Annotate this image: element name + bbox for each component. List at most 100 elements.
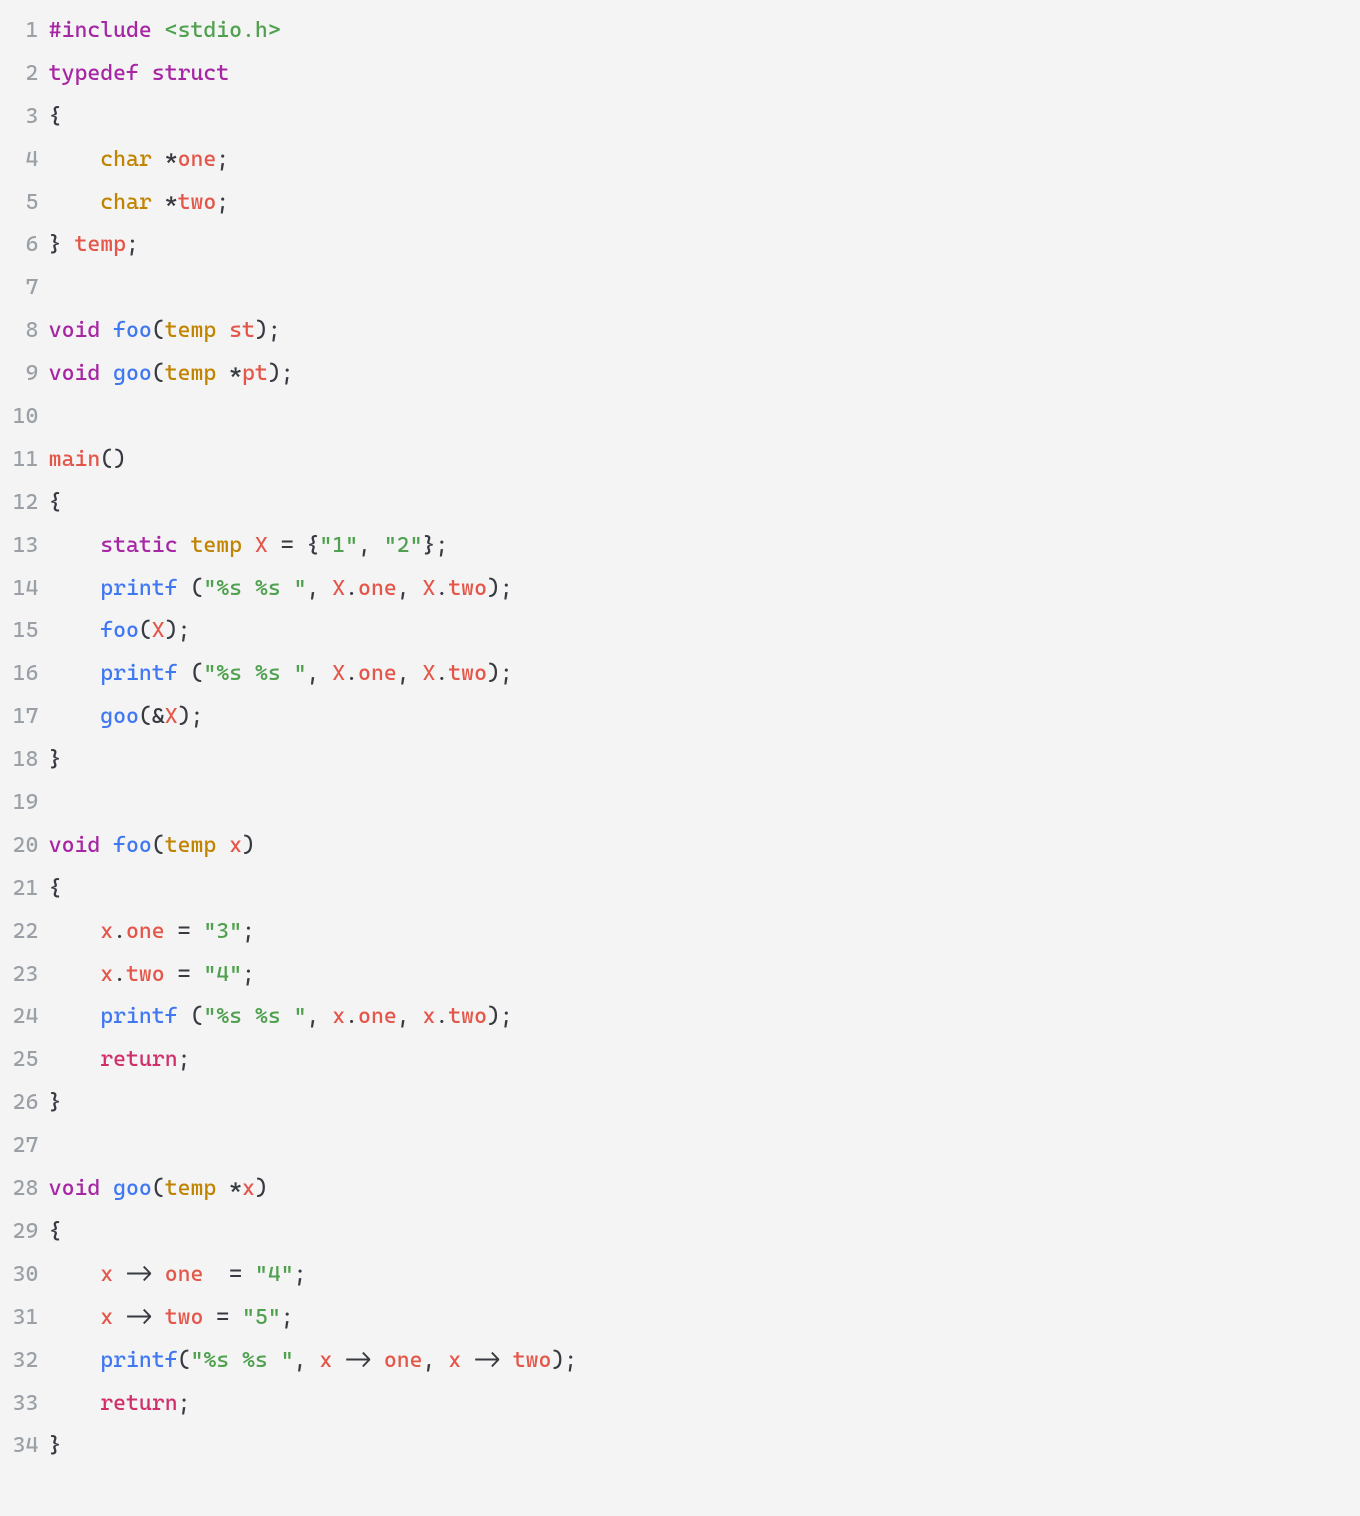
token: void — [49, 361, 101, 386]
token — [49, 618, 101, 643]
token: main — [49, 447, 101, 472]
line-content: foo(X); — [49, 610, 191, 653]
line-number: 26 — [10, 1082, 38, 1125]
code-line: 19 — [10, 782, 1350, 825]
code-line: 17 goo(&X); — [10, 696, 1350, 739]
line-content: x.one = "3"; — [49, 911, 255, 954]
token: ( — [139, 618, 152, 643]
code-line: 26} — [10, 1082, 1350, 1125]
line-number: 2 — [10, 53, 38, 96]
line-content: void foo(temp st); — [49, 310, 281, 353]
line-content: } — [49, 1082, 62, 1125]
token — [49, 1391, 101, 1416]
token: , — [306, 661, 332, 686]
line-content: return; — [49, 1383, 191, 1426]
line-number: 6 — [10, 224, 38, 267]
token: X — [423, 576, 436, 601]
token — [49, 661, 101, 686]
token: two — [178, 190, 217, 215]
code-line: 5 char *two; — [10, 182, 1350, 225]
token: x — [100, 962, 113, 987]
line-number: 29 — [10, 1211, 38, 1254]
token: ; — [216, 147, 229, 172]
line-number: 18 — [10, 739, 38, 782]
token: ); — [487, 661, 513, 686]
token: two — [448, 661, 487, 686]
code-line: 20void foo(temp x) — [10, 825, 1350, 868]
code-line: 11main() — [10, 439, 1350, 482]
token: one — [126, 919, 165, 944]
line-content — [49, 267, 62, 310]
token: ( — [152, 361, 165, 386]
token: () — [100, 447, 126, 472]
token: -> — [332, 1348, 384, 1373]
code-block: 1#include <stdio.h>2typedef struct3{4 ch… — [10, 10, 1350, 1468]
token: two — [165, 1305, 204, 1330]
token: ; — [216, 190, 229, 215]
line-number: 1 — [10, 10, 38, 53]
line-content — [49, 782, 62, 825]
code-line: 8void foo(temp st); — [10, 310, 1350, 353]
line-number: 12 — [10, 482, 38, 525]
token: { — [49, 104, 62, 129]
token — [178, 533, 191, 558]
line-content: } — [49, 1425, 62, 1468]
token: one — [384, 1348, 423, 1373]
line-number: 23 — [10, 954, 38, 997]
line-content: return; — [49, 1039, 191, 1082]
token — [139, 61, 152, 86]
line-content: x -> two = "5"; — [49, 1297, 294, 1340]
code-line: 24 printf ("%s %s ", x.one, x.two); — [10, 996, 1350, 1039]
token: ) — [242, 833, 255, 858]
token: { — [49, 1219, 62, 1244]
code-line: 32 printf("%s %s ", x -> one, x -> two); — [10, 1340, 1350, 1383]
code-line: 7 — [10, 267, 1350, 310]
line-number: 10 — [10, 396, 38, 439]
line-number: 32 — [10, 1340, 38, 1383]
line-number: 25 — [10, 1039, 38, 1082]
token — [49, 1262, 101, 1287]
token — [49, 1004, 101, 1029]
token — [49, 1305, 101, 1330]
token: goo — [113, 1176, 152, 1201]
token: ( — [178, 1348, 191, 1373]
token: temp — [165, 318, 217, 343]
token: * — [152, 147, 178, 172]
token: struct — [152, 61, 229, 86]
token: , — [294, 1348, 320, 1373]
token: . — [113, 919, 126, 944]
token: } — [49, 747, 62, 772]
token: ( — [152, 833, 165, 858]
token: = — [203, 1305, 242, 1330]
token: * — [152, 190, 178, 215]
code-line: 30 x -> one = "4"; — [10, 1254, 1350, 1297]
token: , — [397, 661, 423, 686]
line-content: x -> one = "4"; — [49, 1254, 307, 1297]
token: "3" — [203, 919, 242, 944]
line-number: 20 — [10, 825, 38, 868]
line-number: 7 — [10, 267, 38, 310]
code-line: 2 typedef struct — [10, 53, 1350, 96]
token — [49, 919, 101, 944]
line-content: } — [49, 739, 62, 782]
token: ) — [255, 1176, 268, 1201]
code-line: 33 return; — [10, 1383, 1350, 1426]
token: static — [100, 533, 177, 558]
token — [100, 1176, 113, 1201]
token: void — [49, 833, 101, 858]
token: x — [100, 919, 113, 944]
token: ; — [281, 1305, 294, 1330]
token: x — [229, 833, 242, 858]
code-line: 1#include <stdio.h> — [10, 10, 1350, 53]
token: ; — [242, 919, 255, 944]
token: "%s %s " — [203, 1004, 306, 1029]
line-number: 3 — [10, 96, 38, 139]
token: typedef — [49, 61, 139, 86]
token — [216, 318, 229, 343]
line-number: 21 — [10, 868, 38, 911]
line-content: goo(&X); — [49, 696, 204, 739]
token — [49, 962, 101, 987]
token: . — [113, 962, 126, 987]
line-content: static temp X = {"1", "2"}; — [49, 525, 449, 568]
token: . — [345, 576, 358, 601]
